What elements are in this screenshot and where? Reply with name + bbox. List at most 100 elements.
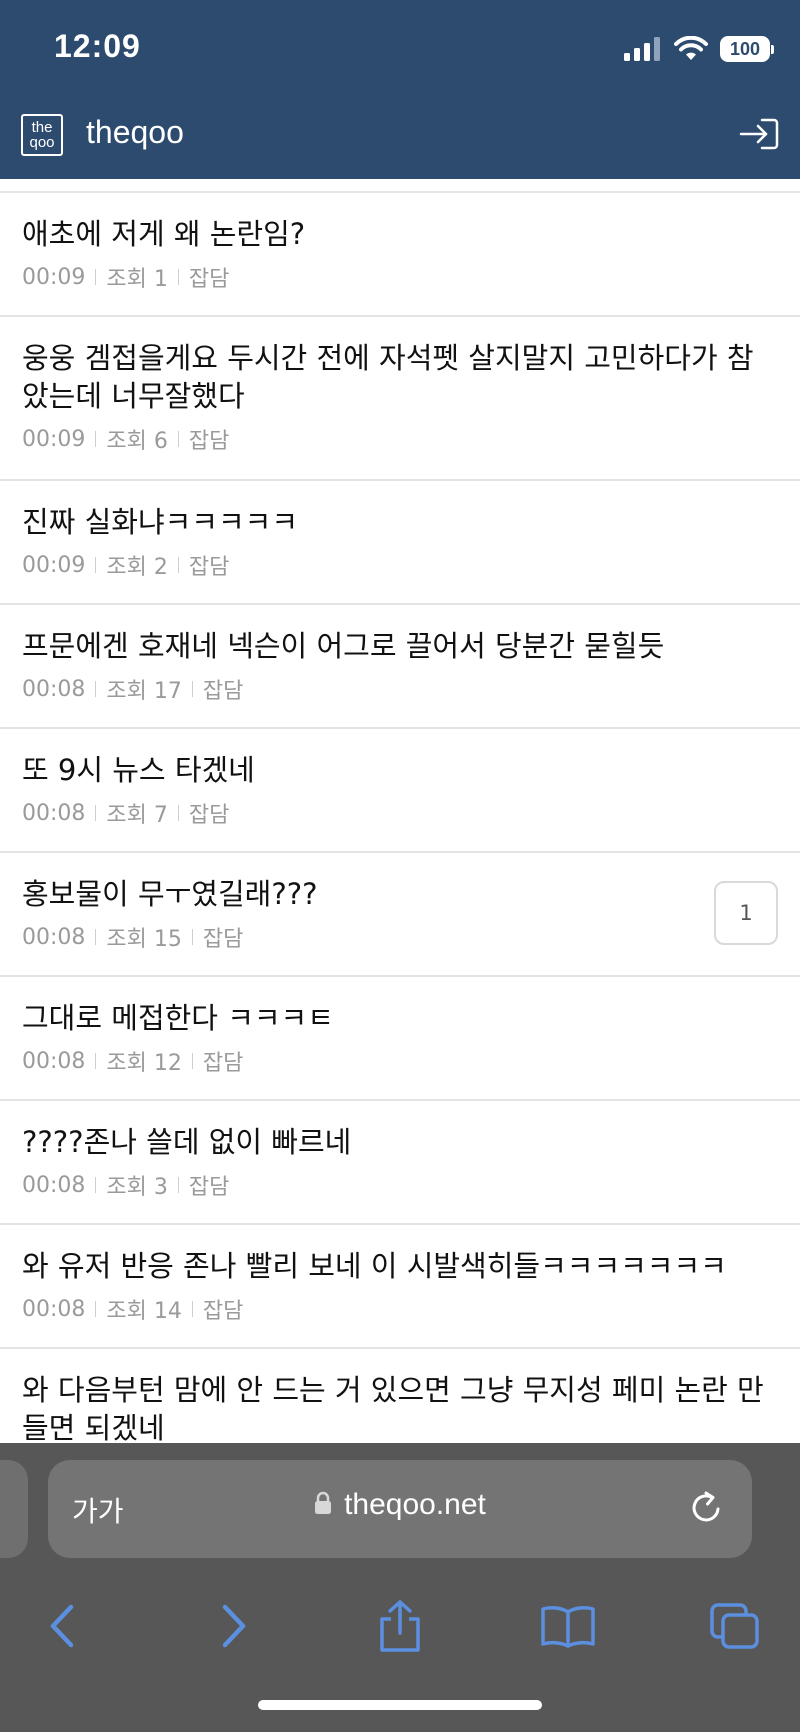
lock-icon <box>315 1491 332 1515</box>
post-title[interactable]: 와 유저 반응 존나 빨리 보네 이 시발색히들ㅋㅋㅋㅋㅋㅋㅋ <box>22 1247 778 1285</box>
post-row[interactable]: 프문에겐 호재네 넥슨이 어그로 끌어서 당분간 묻힐듯 00:08 조회 17… <box>0 605 800 729</box>
browser-toolbar: 가가 theqoo.net <box>0 1443 800 1732</box>
forward-button[interactable] <box>199 1591 269 1661</box>
post-title[interactable]: 홍보물이 무ㅜ였길래??? <box>22 875 778 913</box>
post-title[interactable]: 또 9시 뉴스 타겠네 <box>22 751 778 789</box>
meta-divider <box>177 269 179 285</box>
post-category: 잡담 <box>202 927 244 952</box>
meta-divider <box>191 681 193 697</box>
post-time: 00:08 <box>22 1048 86 1074</box>
post-meta: 00:08 조회 12 잡담 <box>22 1045 778 1077</box>
post-category: 잡담 <box>202 1299 244 1324</box>
post-views: 조회 15 <box>106 927 182 952</box>
post-row[interactable]: ????존나 쓸데 없이 빠르네 00:08 조회 3 잡담 <box>0 1101 800 1225</box>
post-title[interactable]: 진짜 실화냐ㅋㅋㅋㅋㅋ <box>22 503 778 541</box>
app-header: 12:09 100 the qoo theqoo <box>0 0 800 179</box>
post-meta: 00:09 조회 2 잡담 <box>22 549 778 581</box>
post-views: 조회 2 <box>106 555 168 580</box>
meta-divider <box>177 805 179 821</box>
wifi-icon <box>674 36 708 60</box>
post-row[interactable]: 홍보물이 무ㅜ였길래??? 00:08 조회 15 잡담 1 <box>0 853 800 977</box>
post-category: 잡담 <box>188 429 230 454</box>
post-views: 조회 12 <box>106 1051 182 1076</box>
reload-icon <box>692 1491 720 1522</box>
post-row[interactable]: 애초에 저게 왜 논란임? 00:09 조회 1 잡담 <box>0 193 800 317</box>
meta-divider <box>95 431 97 447</box>
meta-divider <box>95 681 97 697</box>
post-title[interactable]: 그대로 메접한다 ㅋㅋㅋㅌ <box>22 999 778 1037</box>
post-meta: 00:08 조회 17 잡담 <box>22 673 778 705</box>
post-meta: 00:08 조회 3 잡담 <box>22 1169 778 1201</box>
tabs-button[interactable] <box>700 1591 770 1661</box>
post-views: 조회 1 <box>106 267 168 292</box>
post-list: 애초에 저게 왜 논란임? 00:09 조회 1 잡담 웅웅 겜접을게요 두시간… <box>0 191 800 1513</box>
post-time: 00:09 <box>22 426 86 452</box>
share-button[interactable] <box>365 1591 435 1661</box>
url-display[interactable]: theqoo.net <box>48 1488 752 1522</box>
site-title[interactable]: theqoo <box>86 114 184 151</box>
share-icon <box>380 1600 420 1652</box>
browser-nav-bar <box>0 1591 800 1671</box>
post-title[interactable]: 프문에겐 호재네 넥슨이 어그로 끌어서 당분간 묻힐듯 <box>22 627 778 665</box>
post-row[interactable]: 그대로 메접한다 ㅋㅋㅋㅌ 00:08 조회 12 잡담 <box>0 977 800 1101</box>
post-views: 조회 6 <box>106 429 168 454</box>
status-time: 12:09 <box>54 28 141 64</box>
meta-divider <box>191 1301 193 1317</box>
post-title[interactable]: 와 다음부턴 맘에 안 드는 거 있으면 그냥 무지성 페미 논란 만들면 되겠… <box>22 1371 778 1447</box>
post-row[interactable]: 또 9시 뉴스 타겠네 00:08 조회 7 잡담 <box>0 729 800 853</box>
post-time: 00:09 <box>22 552 86 578</box>
meta-divider <box>95 557 97 573</box>
post-time: 00:08 <box>22 800 86 826</box>
site-logo[interactable]: the qoo <box>21 114 63 156</box>
meta-divider <box>95 929 97 945</box>
login-icon <box>739 118 779 150</box>
post-meta: 00:09 조회 1 잡담 <box>22 261 778 293</box>
chevron-right-icon <box>222 1604 246 1648</box>
post-meta: 00:08 조회 7 잡담 <box>22 797 778 829</box>
post-views: 조회 17 <box>106 679 182 704</box>
post-category: 잡담 <box>202 1051 244 1076</box>
meta-divider <box>95 269 97 285</box>
signal-icon <box>624 37 660 61</box>
post-row[interactable]: 웅웅 겜접을게요 두시간 전에 자석펫 살지말지 고민하다가 참았는데 너무잘했… <box>0 317 800 481</box>
post-title[interactable]: ????존나 쓸데 없이 빠르네 <box>22 1123 778 1161</box>
address-bar[interactable]: 가가 theqoo.net <box>48 1460 752 1558</box>
post-row[interactable]: 와 유저 반응 존나 빨리 보네 이 시발색히들ㅋㅋㅋㅋㅋㅋㅋ 00:08 조회… <box>0 1225 800 1349</box>
back-button[interactable] <box>27 1591 97 1661</box>
comment-count-badge[interactable]: 1 <box>714 881 778 945</box>
post-views: 조회 7 <box>106 803 168 828</box>
post-title[interactable]: 웅웅 겜접을게요 두시간 전에 자석펫 살지말지 고민하다가 참았는데 너무잘했… <box>22 339 778 415</box>
home-indicator <box>258 1700 542 1710</box>
battery-level: 100 <box>729 38 761 59</box>
previous-tab-preview[interactable] <box>0 1460 28 1558</box>
meta-divider <box>95 1177 97 1193</box>
post-category: 잡담 <box>188 803 230 828</box>
bookmarks-button[interactable] <box>533 1591 603 1661</box>
meta-divider <box>177 557 179 573</box>
tabs-icon <box>710 1603 759 1649</box>
post-category: 잡담 <box>202 679 244 704</box>
post-category: 잡담 <box>188 267 230 292</box>
post-row[interactable]: 진짜 실화냐ㅋㅋㅋㅋㅋ 00:09 조회 2 잡담 <box>0 481 800 605</box>
url-text: theqoo.net <box>344 1488 486 1521</box>
post-category: 잡담 <box>188 555 230 580</box>
login-button[interactable] <box>738 116 780 152</box>
post-title[interactable]: 애초에 저게 왜 논란임? <box>22 215 778 253</box>
meta-divider <box>191 929 193 945</box>
meta-divider <box>177 1177 179 1193</box>
meta-divider <box>177 431 179 447</box>
post-time: 00:08 <box>22 1172 86 1198</box>
book-icon <box>541 1606 595 1648</box>
post-time: 00:08 <box>22 1296 86 1322</box>
post-time: 00:08 <box>22 676 86 702</box>
post-meta: 00:09 조회 6 잡담 <box>22 423 778 455</box>
logo-text-bottom: qoo <box>29 134 55 151</box>
post-time: 00:08 <box>22 924 86 950</box>
post-time: 00:09 <box>22 264 86 290</box>
meta-divider <box>95 1301 97 1317</box>
post-views: 조회 3 <box>106 1175 168 1200</box>
reload-button[interactable] <box>686 1488 726 1532</box>
chevron-left-icon <box>50 1604 74 1648</box>
post-views: 조회 14 <box>106 1299 182 1324</box>
status-icons: 100 <box>624 36 774 62</box>
